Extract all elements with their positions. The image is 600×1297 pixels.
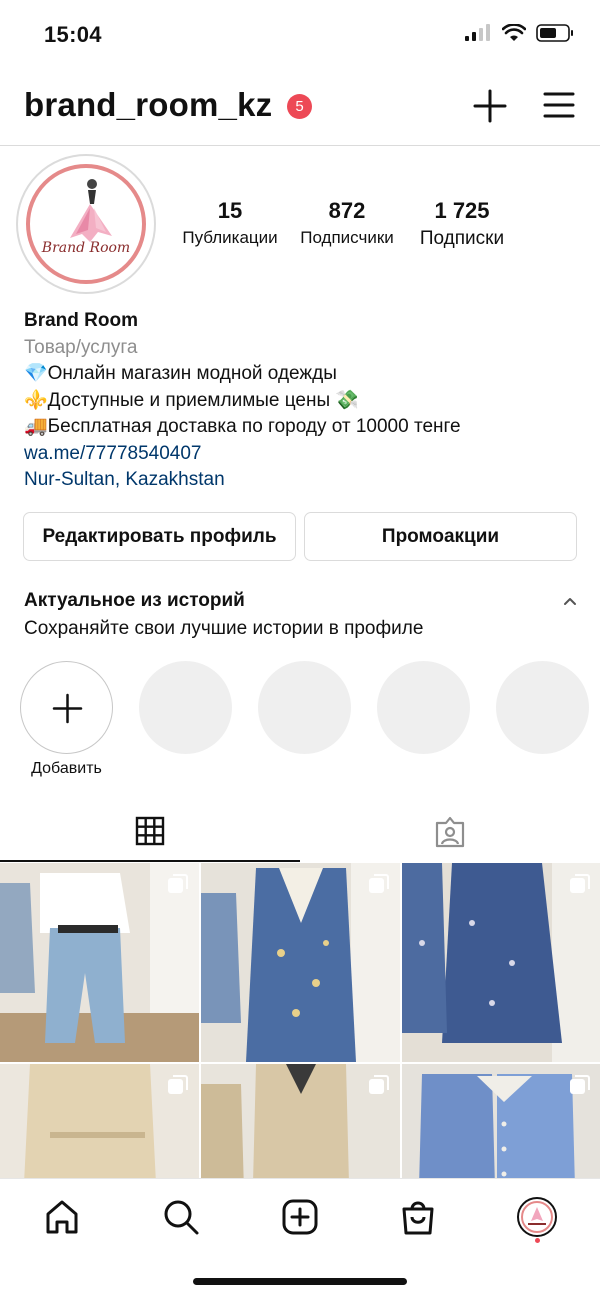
bio-line: 🚚Бесплатная доставка по городу от 10000 … <box>24 416 461 437</box>
post-thumbnail[interactable] <box>0 863 199 1062</box>
stat-posts[interactable]: 15 Публикации <box>170 198 290 248</box>
stat-value: 1 725 <box>434 198 490 223</box>
multi-photo-icon <box>570 874 590 893</box>
profile-header: brand_room_kz 5 <box>0 78 600 138</box>
profile-avatar[interactable] <box>517 1197 557 1237</box>
cellular-signal-icon <box>465 24 490 41</box>
post-thumbnail[interactable] <box>402 1064 600 1178</box>
profile-tabs <box>0 800 600 862</box>
posts-grid <box>0 863 600 1178</box>
add-highlight-button[interactable] <box>20 661 113 754</box>
location-link[interactable]: Nur-Sultan, Kazakhstan <box>24 467 584 494</box>
promotions-button[interactable]: Промоакции <box>304 512 577 561</box>
grid-icon <box>135 816 165 846</box>
profile-name: Brand Room <box>24 310 138 331</box>
wifi-icon <box>502 24 526 41</box>
tagged-icon <box>435 816 465 848</box>
menu-icon[interactable] <box>543 90 575 120</box>
whatsapp-link[interactable]: wa.me/77778540407 <box>24 441 584 468</box>
stat-label: Подписчики <box>300 228 394 247</box>
profile-bio: Brand Room Товар/услуга 💎Онлайн магазин … <box>24 308 584 494</box>
notification-badge[interactable]: 5 <box>287 94 312 119</box>
search-icon[interactable] <box>161 1197 201 1237</box>
chevron-up-icon[interactable] <box>562 595 578 607</box>
header-divider <box>0 145 600 146</box>
logo-text: Brand Room <box>41 240 130 256</box>
stat-label: Подписки <box>419 228 505 249</box>
home-indicator <box>193 1278 407 1285</box>
active-tab-indicator <box>0 860 300 862</box>
username-title[interactable]: brand_room_kz <box>24 86 272 124</box>
multi-photo-icon <box>168 874 188 893</box>
add-highlight-label: Добавить <box>31 760 102 777</box>
stat-following[interactable]: 1 725 Подписки <box>402 198 522 250</box>
new-post-icon[interactable] <box>280 1197 320 1237</box>
multi-photo-icon <box>168 1075 188 1094</box>
highlight-placeholder <box>139 661 232 754</box>
profile-category: Товар/услуга <box>24 336 138 358</box>
plus-icon <box>52 693 83 724</box>
bio-line: 💎Онлайн магазин модной одежды <box>24 363 337 384</box>
post-thumbnail[interactable] <box>0 1064 199 1178</box>
stat-value: 872 <box>328 198 366 223</box>
multi-photo-icon <box>570 1075 590 1094</box>
create-plus-icon[interactable] <box>472 88 508 124</box>
multi-photo-icon <box>369 874 389 893</box>
stat-value: 15 <box>217 198 243 223</box>
status-time: 15:04 <box>44 22 102 47</box>
highlights-title: Актуальное из историй <box>24 590 245 611</box>
notification-dot <box>535 1238 540 1243</box>
brand-logo <box>521 1201 553 1233</box>
shop-icon[interactable] <box>398 1197 438 1237</box>
highlight-placeholder <box>377 661 470 754</box>
stat-followers[interactable]: 872 Подписчики <box>288 198 406 248</box>
stat-label: Публикации <box>182 228 278 247</box>
highlight-placeholder <box>258 661 351 754</box>
battery-icon <box>536 24 573 42</box>
highlight-placeholder <box>496 661 589 754</box>
multi-photo-icon <box>369 1075 389 1094</box>
tab-grid[interactable] <box>0 800 300 862</box>
tab-tagged[interactable] <box>300 800 600 862</box>
status-icons <box>464 24 574 42</box>
bio-line: ⚜️Доступные и приемлимые цены 💸 <box>24 389 360 411</box>
highlights-subtitle: Сохраняйте свои лучшие истории в профиле <box>24 618 424 639</box>
edit-profile-button[interactable]: Редактировать профиль <box>23 512 296 561</box>
profile-avatar[interactable]: Brand Room <box>16 154 156 294</box>
brand-logo: Brand Room <box>26 164 146 284</box>
home-icon[interactable] <box>42 1197 82 1237</box>
post-thumbnail[interactable] <box>201 863 400 1062</box>
dress-illustration-icon: Brand Room <box>41 179 130 256</box>
post-thumbnail[interactable] <box>201 1064 400 1178</box>
status-bar: 15:04 <box>0 0 600 70</box>
post-thumbnail[interactable] <box>402 863 600 1062</box>
